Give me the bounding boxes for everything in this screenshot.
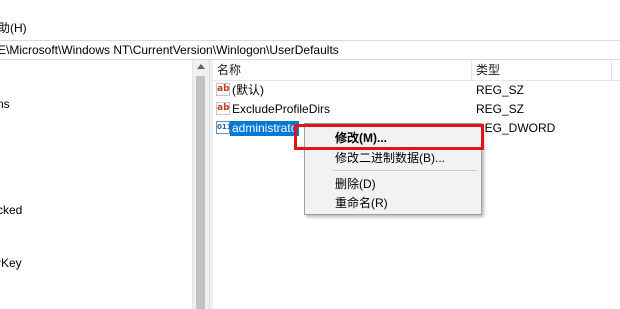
menu-item-rename[interactable]: 重命名(R) (305, 193, 481, 213)
menu-item-label: 重命名(R) (335, 196, 388, 210)
scroll-thumb[interactable] (196, 76, 205, 309)
value-row[interactable]: ab (默认) REG_SZ (213, 81, 620, 100)
address-bar[interactable]: E\Microsoft\Windows NT\CurrentVersion\Wi… (0, 40, 620, 60)
value-type: REG_SZ (476, 102, 525, 116)
tree-item[interactable]: ns (0, 96, 10, 112)
column-divider[interactable] (471, 60, 472, 80)
menu-item-label: 删除(D) (335, 177, 376, 191)
value-type: REG_DWORD (476, 121, 556, 135)
menu-item-delete[interactable]: 删除(D) (305, 174, 481, 194)
column-header-name[interactable]: 名称 (217, 63, 241, 77)
tree-item[interactable]: rKey (0, 255, 22, 271)
tree-scrollbar[interactable] (192, 60, 209, 309)
scroll-up-arrow-icon[interactable] (197, 64, 205, 69)
string-value-icon: ab (216, 83, 230, 96)
value-name: (默认) (232, 83, 264, 97)
string-value-icon: ab (216, 102, 230, 115)
menu-help[interactable]: 助(H) (0, 20, 27, 36)
column-header-type[interactable]: 类型 (476, 63, 500, 77)
value-name: ExcludeProfileDirs (232, 102, 331, 116)
dword-value-icon: 011 (216, 121, 232, 134)
value-row[interactable]: ab ExcludeProfileDirs REG_SZ (213, 100, 620, 119)
menu-separator (333, 170, 477, 171)
tree-item[interactable]: cked (0, 202, 22, 218)
annotation-highlight-box (294, 124, 484, 150)
address-path[interactable]: E\Microsoft\Windows NT\CurrentVersion\Wi… (0, 42, 339, 58)
value-type: REG_SZ (476, 83, 525, 97)
column-divider[interactable] (611, 60, 612, 80)
registry-tree-pane: ns cked rKey (0, 60, 192, 309)
menu-bar: 助(H) (0, 0, 620, 40)
list-header: 名称 类型 (213, 60, 620, 81)
menu-item-modify-binary[interactable]: 修改二进制数据(B)... (305, 148, 481, 168)
menu-item-label: 修改二进制数据(B)... (335, 151, 445, 165)
value-name: administrato (230, 121, 300, 136)
